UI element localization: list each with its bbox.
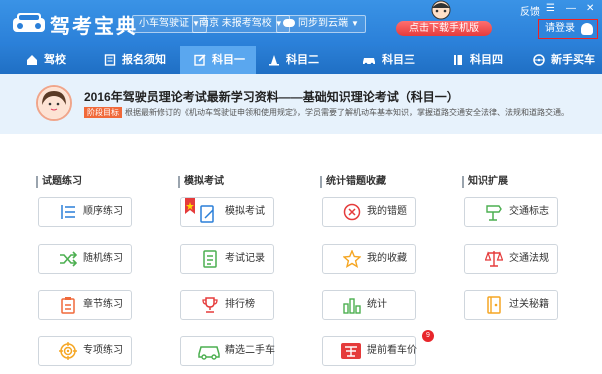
info-banner: 2016年驾驶员理论考试最新学习资料——基础知识理论考试（科目一） 阶段目标 根据… — [0, 74, 602, 134]
user-icon — [581, 23, 593, 35]
mascot-icon — [431, 0, 451, 20]
chevron-down-icon: ▼ — [351, 19, 359, 28]
nav-label: 新手买车 — [551, 54, 595, 66]
stage-goal-badge: 阶段目标 — [84, 107, 122, 118]
tile-label: 顺序练习 — [83, 206, 123, 217]
section-title-practice: 试题练习 — [36, 176, 82, 188]
nav-label: 科目四 — [470, 54, 503, 66]
scale-icon — [485, 251, 503, 267]
traffic-sign-icon — [486, 205, 502, 221]
book-tips-icon — [487, 296, 501, 314]
tile-label: 过关秘籍 — [509, 299, 549, 310]
traffic-laws-button[interactable]: 交通法规 — [464, 244, 558, 274]
license-type-label: 小车驾驶证 — [139, 18, 189, 29]
nav-item-registration[interactable]: 报名须知 — [104, 46, 174, 74]
section-title-mock-exam: 模拟考试 — [178, 176, 224, 188]
nav-item-subject-four[interactable]: 科目四 — [452, 46, 522, 74]
tile-label: 提前看车价 — [367, 345, 417, 356]
menu-icon[interactable]: ☰ — [546, 3, 555, 14]
x-circle-icon — [343, 203, 361, 221]
nav-label: 科目一 — [212, 54, 245, 66]
nav-item-buy-car[interactable]: 新手买车 — [533, 46, 599, 74]
trophy-icon — [202, 297, 218, 313]
record-icon — [203, 250, 217, 268]
nav-label: 报名须知 — [122, 54, 166, 66]
sequential-practice-button[interactable]: 顺序练习 — [38, 197, 132, 227]
cloud-sync-dropdown[interactable]: 同步到云端 ▼ — [276, 15, 366, 33]
close-icon[interactable]: ✕ — [586, 3, 594, 14]
leaderboard-button[interactable]: 排行榜 — [180, 290, 274, 320]
tile-label: 随机练习 — [83, 253, 123, 264]
cone-icon — [269, 55, 279, 66]
chapter-practice-button[interactable]: 章节练习 — [38, 290, 132, 320]
notification-badge: 9 — [422, 330, 434, 342]
edit-icon — [194, 54, 206, 66]
special-practice-button[interactable]: 专项练习 — [38, 336, 132, 366]
statistics-button[interactable]: 统计 — [322, 290, 416, 320]
my-favorites-button[interactable]: 我的收藏 — [322, 244, 416, 274]
car-logo-icon — [13, 13, 45, 32]
nav-item-subject-one[interactable]: 科目一 — [180, 46, 256, 74]
target-icon — [59, 342, 77, 360]
exam-record-button[interactable]: 考试记录 — [180, 244, 274, 274]
tile-label: 我的错题 — [367, 206, 407, 217]
my-mistakes-button[interactable]: 我的错题 — [322, 197, 416, 227]
document-icon — [104, 54, 116, 66]
random-practice-button[interactable]: 随机练习 — [38, 244, 132, 274]
tile-label: 专项练习 — [83, 345, 123, 356]
tile-label: 我的收藏 — [367, 253, 407, 264]
section-title-stats: 统计错题收藏 — [320, 176, 386, 188]
mock-exam-button[interactable]: 模拟考试 — [180, 197, 274, 227]
nav-label: 科目二 — [286, 54, 319, 66]
section-title-knowledge: 知识扩展 — [462, 176, 508, 188]
list-icon — [61, 205, 75, 219]
nav-item-school[interactable]: 驾校 — [26, 46, 76, 74]
mock-exam-icon — [185, 198, 214, 223]
car-icon — [363, 58, 375, 66]
tile-label: 排行榜 — [225, 299, 255, 310]
nav-label: 科目三 — [382, 54, 415, 66]
cloud-icon — [283, 19, 295, 28]
steering-wheel-icon — [533, 54, 545, 66]
nav-label: 驾校 — [44, 54, 66, 66]
nav-item-subject-two[interactable]: 科目二 — [268, 46, 338, 74]
school-icon — [27, 55, 37, 66]
bar-chart-icon — [343, 298, 361, 314]
main-nav: 驾校 报名须知 科目一 科目二 科目三 科目四 新手买车 — [0, 46, 602, 74]
star-icon — [343, 250, 361, 268]
tile-label: 精选二手车 — [225, 345, 275, 356]
app-title: 驾考宝典 — [50, 16, 138, 38]
nav-item-subject-three[interactable]: 科目三 — [362, 46, 432, 74]
tile-label: 交通标志 — [509, 206, 549, 217]
tile-label: 交通法规 — [509, 253, 549, 264]
title-bar: 驾考宝典 小车驾驶证 ▼ 南京 未报考驾校 ▼ 同步到云端 ▼ 点击下载手机版 反馈 … — [0, 0, 602, 46]
pass-tips-button[interactable]: 过关秘籍 — [464, 290, 558, 320]
banner-description: 阶段目标 根据最新修订的《机动车驾驶证申领和使用规定》，学员需要了解机动车基本知识… — [84, 107, 569, 118]
car-price-icon — [341, 343, 361, 359]
tile-label: 考试记录 — [225, 253, 265, 264]
used-car-icon — [198, 346, 220, 360]
shuffle-icon — [60, 251, 77, 267]
girl-avatar-icon — [38, 87, 70, 119]
login-button[interactable]: 请登录 — [538, 19, 598, 39]
banner-description-text: 根据最新修订的《机动车驾驶证申领和使用规定》，学员需要了解机动车基本知识，掌握道… — [125, 108, 569, 117]
used-car-button[interactable]: 精选二手车 — [180, 336, 275, 366]
instructor-avatar — [36, 85, 72, 121]
tile-label: 章节练习 — [83, 299, 123, 310]
tile-label: 模拟考试 — [225, 206, 265, 217]
tile-label: 统计 — [367, 299, 387, 310]
feedback-link[interactable]: 反馈 — [520, 3, 540, 18]
login-label: 请登录 — [545, 23, 575, 34]
book-icon — [454, 55, 462, 66]
clipboard-icon — [61, 297, 75, 314]
school-label: 南京 未报考驾校 — [199, 18, 272, 29]
download-mobile-button[interactable]: 点击下载手机版 — [396, 21, 492, 36]
cloud-sync-label: 同步到云端 — [298, 18, 348, 29]
banner-title: 2016年驾驶员理论考试最新学习资料——基础知识理论考试（科目一） — [84, 90, 459, 104]
traffic-signs-button[interactable]: 交通标志 — [464, 197, 558, 227]
car-price-button[interactable]: 提前看车价 — [322, 336, 417, 366]
minimize-icon[interactable]: — — [566, 3, 576, 14]
